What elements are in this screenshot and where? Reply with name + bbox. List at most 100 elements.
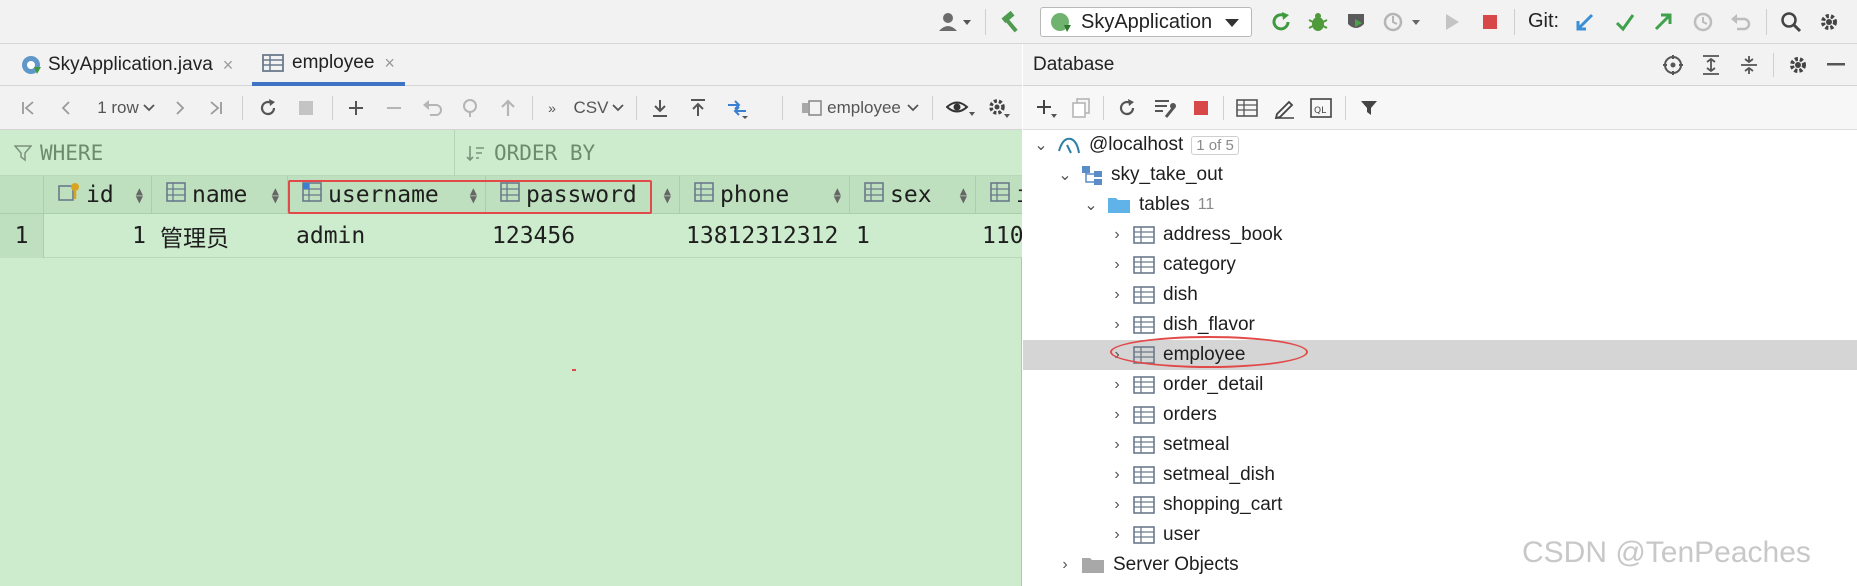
submit-icon[interactable] [494, 86, 522, 130]
close-icon[interactable]: × [223, 55, 234, 76]
user-icon[interactable] [935, 10, 975, 34]
git-commit-icon[interactable] [1612, 10, 1638, 34]
tree-node-table[interactable]: › order_detail [1023, 370, 1857, 400]
sort-toggle-icon[interactable]: ▲ ▼ [960, 185, 967, 205]
table-selector[interactable]: employee [798, 86, 922, 130]
tree-node-table[interactable]: › setmeal [1023, 430, 1857, 460]
connection-badge[interactable]: 1 of 5 [1191, 135, 1239, 155]
tree-node-localhost[interactable]: ⌄ @localhost 1 of 5 [1023, 130, 1857, 160]
debug-icon[interactable] [1305, 10, 1331, 34]
refresh-icon[interactable] [254, 86, 282, 130]
git-push-icon[interactable] [1650, 10, 1676, 34]
revert-icon[interactable] [418, 86, 446, 130]
tab-skyapplication-java[interactable]: SkyApplication.java × [10, 44, 243, 86]
import-icon[interactable] [684, 86, 712, 130]
order-by-input[interactable]: ORDER BY [466, 130, 1006, 176]
disconnect-icon[interactable] [1187, 86, 1215, 130]
row-count-selector[interactable]: 1 row [90, 86, 162, 130]
coverage-icon[interactable] [1343, 10, 1369, 34]
chevron-right-icon[interactable]: › [1109, 226, 1125, 244]
run-icon[interactable] [1440, 10, 1464, 34]
more-icon[interactable]: » [540, 86, 564, 130]
tree-node-schema[interactable]: ⌄ sky_take_out [1023, 160, 1857, 190]
tree-node-table[interactable]: › dish_flavor [1023, 310, 1857, 340]
tree-node-tables[interactable]: ⌄ tables 11 [1023, 190, 1857, 220]
table-row[interactable]: 1 1 管理员 admin 123456 13812312312 1 110 [0, 214, 1022, 258]
close-icon[interactable]: × [384, 53, 395, 74]
collapse-all-icon[interactable] [1734, 43, 1764, 87]
locate-icon[interactable] [1658, 43, 1688, 87]
chevron-right-icon[interactable]: › [1109, 256, 1125, 274]
previous-page-icon[interactable] [52, 86, 80, 130]
preview-changes-icon[interactable] [456, 86, 484, 130]
chevron-right-icon[interactable]: › [1109, 496, 1125, 514]
column-header-name[interactable]: name ▲ ▼ [152, 176, 288, 214]
git-rollback-icon[interactable] [1727, 10, 1753, 34]
export-format-selector[interactable]: CSV [570, 86, 628, 130]
hammer-icon[interactable] [996, 10, 1026, 34]
chevron-down-icon[interactable]: ⌄ [1083, 195, 1099, 215]
last-page-icon[interactable] [202, 86, 230, 130]
git-update-icon[interactable] [1572, 10, 1598, 34]
cell-phone[interactable]: 13812312312 [686, 214, 850, 258]
sort-toggle-icon[interactable]: ▲ ▼ [664, 185, 671, 205]
cell-sex[interactable]: 1 [856, 214, 976, 258]
query-console-icon[interactable]: QL [1307, 86, 1335, 130]
cell-id[interactable]: 1 [44, 214, 152, 258]
cell-username[interactable]: admin [296, 214, 486, 258]
settings-icon[interactable] [1816, 10, 1842, 34]
profile-icon[interactable] [1380, 10, 1424, 34]
minimize-icon[interactable] [1821, 43, 1851, 87]
run-configuration-selector[interactable]: SkyApplication [1040, 7, 1252, 37]
view-options-icon[interactable] [944, 86, 978, 130]
filter-icon[interactable] [1355, 86, 1383, 130]
chevron-down-icon[interactable]: ⌄ [1057, 165, 1073, 185]
tree-node-table[interactable]: › category [1023, 250, 1857, 280]
where-filter-input[interactable]: WHERE [14, 130, 444, 176]
git-history-icon[interactable] [1690, 10, 1716, 34]
sort-toggle-icon[interactable]: ▲ ▼ [272, 185, 279, 205]
first-page-icon[interactable] [14, 86, 42, 130]
chevron-right-icon[interactable]: › [1109, 526, 1125, 544]
chevron-right-icon[interactable]: › [1109, 286, 1125, 304]
tab-employee[interactable]: employee × [252, 44, 405, 86]
add-data-source-icon[interactable] [1033, 86, 1061, 130]
delete-row-icon[interactable] [380, 86, 408, 130]
cell-password[interactable]: 123456 [492, 214, 680, 258]
chevron-right-icon[interactable]: › [1109, 376, 1125, 394]
chevron-down-icon[interactable]: ⌄ [1033, 135, 1049, 155]
stop-icon[interactable] [1478, 10, 1502, 34]
column-header-truncated[interactable]: i [976, 176, 1022, 214]
search-icon[interactable] [1778, 10, 1804, 34]
expand-all-icon[interactable] [1696, 43, 1726, 87]
cancel-query-icon[interactable] [292, 86, 320, 130]
chevron-right-icon[interactable]: › [1109, 406, 1125, 424]
duplicate-icon[interactable] [1067, 86, 1095, 130]
refresh-icon[interactable] [1113, 86, 1141, 130]
chevron-right-icon[interactable]: › [1109, 436, 1125, 454]
sort-toggle-icon[interactable]: ▲ ▼ [136, 185, 143, 205]
schema-properties-icon[interactable] [1151, 86, 1179, 130]
compare-icon[interactable] [722, 86, 752, 130]
tree-node-table[interactable]: › shopping_cart [1023, 490, 1857, 520]
export-icon[interactable] [646, 86, 674, 130]
tree-node-table[interactable]: › setmeal_dish [1023, 460, 1857, 490]
next-page-icon[interactable] [166, 86, 194, 130]
column-header-id[interactable]: id ▲ ▼ [44, 176, 152, 214]
settings-icon[interactable] [984, 86, 1014, 130]
table-editor-icon[interactable] [1233, 86, 1261, 130]
tree-node-table[interactable]: › dish [1023, 280, 1857, 310]
tree-node-table[interactable]: › address_book [1023, 220, 1857, 250]
chevron-right-icon[interactable]: › [1109, 316, 1125, 334]
edit-icon[interactable] [1271, 86, 1299, 130]
chevron-right-icon[interactable]: › [1109, 466, 1125, 484]
cell-name[interactable]: 管理员 [160, 214, 288, 258]
tree-node-table[interactable]: › orders [1023, 400, 1857, 430]
column-header-phone[interactable]: phone ▲ ▼ [680, 176, 850, 214]
column-header-sex[interactable]: sex ▲ ▼ [850, 176, 976, 214]
cell-truncated[interactable]: 110 [982, 214, 1022, 258]
add-row-icon[interactable] [342, 86, 370, 130]
settings-icon[interactable] [1783, 43, 1813, 87]
sort-toggle-icon[interactable]: ▲ ▼ [834, 185, 841, 205]
chevron-right-icon[interactable]: › [1057, 556, 1073, 574]
